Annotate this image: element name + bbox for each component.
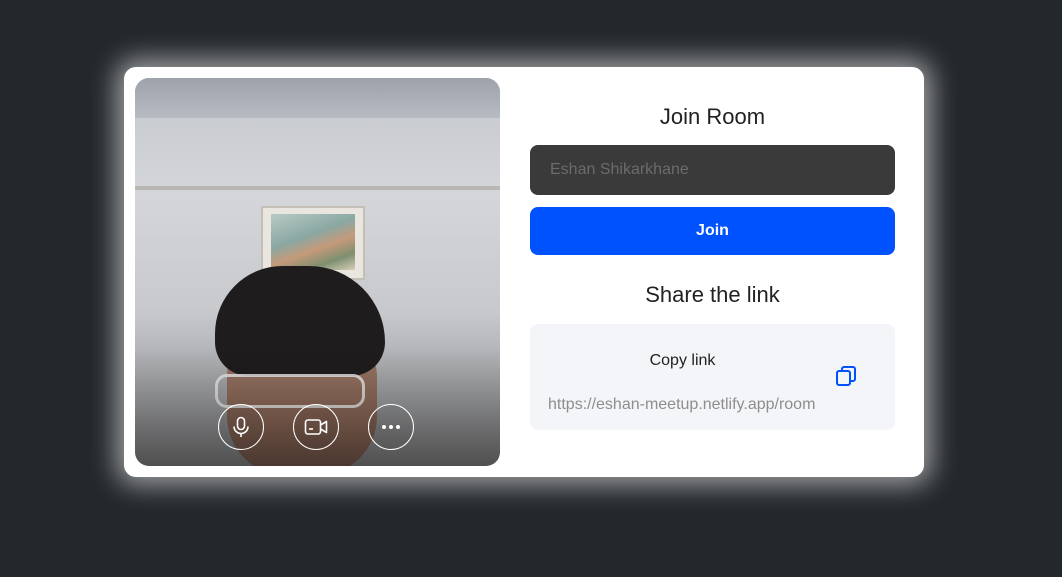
share-link-box: Copy link https://eshan-meetup.netlify.a…: [530, 324, 895, 430]
share-link-title: Share the link: [645, 282, 780, 307]
name-input[interactable]: [530, 145, 895, 195]
join-button[interactable]: Join: [530, 207, 895, 255]
camera-toggle-button[interactable]: [293, 404, 339, 450]
join-room-title: Join Room: [659, 104, 766, 129]
copy-icon[interactable]: [834, 364, 858, 388]
video-ceiling: [135, 78, 500, 118]
copy-link-label: Copy link: [649, 352, 716, 369]
video-wall-line: [135, 186, 500, 190]
microphone-icon: [233, 416, 249, 437]
join-room-card: Join Room Join Share the link Copy link …: [124, 67, 924, 477]
video-preview: [135, 78, 500, 466]
video-camera-icon: [304, 419, 328, 435]
more-options-icon: [382, 425, 400, 429]
more-options-button[interactable]: [368, 404, 414, 450]
mic-toggle-button[interactable]: [218, 404, 264, 450]
room-link-url: https://eshan-meetup.netlify.app/room: [548, 396, 816, 413]
